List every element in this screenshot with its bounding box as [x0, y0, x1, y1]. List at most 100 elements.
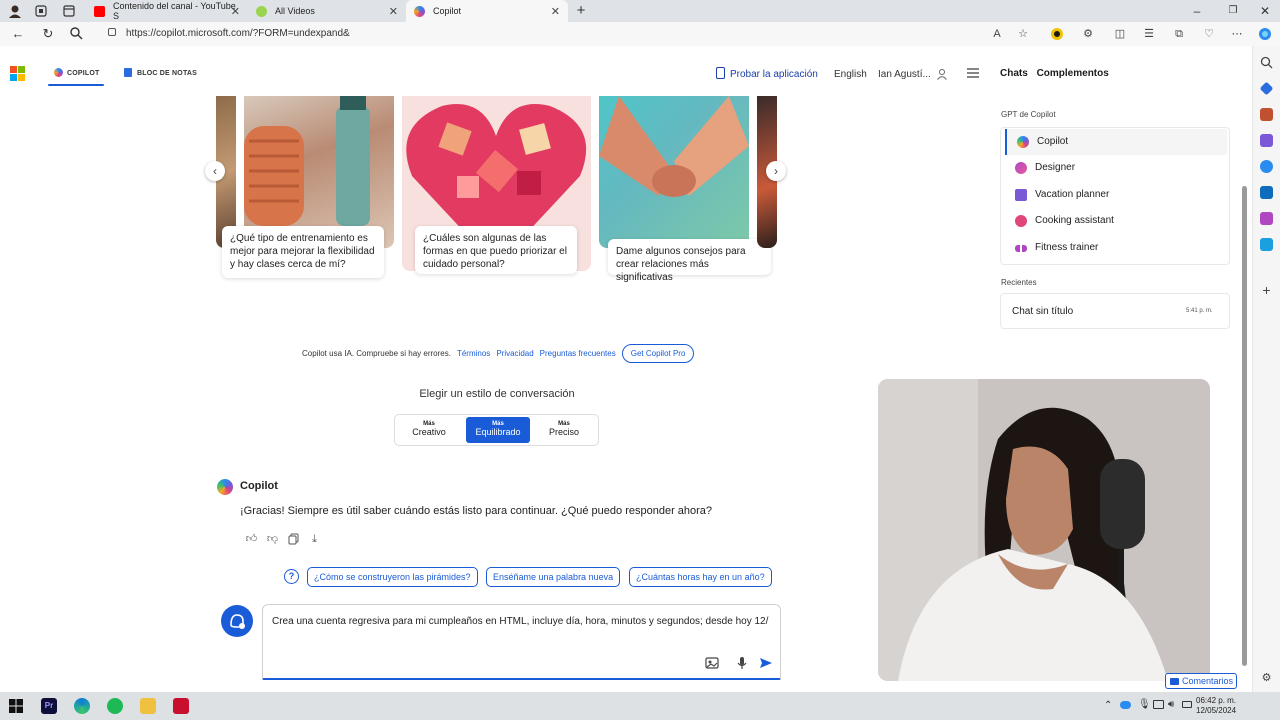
battery-icon[interactable]: [1182, 701, 1192, 708]
carousel-card-2-text[interactable]: ¿Cuáles son algunas de las formas en que…: [415, 226, 577, 274]
tab-chats[interactable]: Chats: [1000, 68, 1028, 79]
download-icon[interactable]: ⤓: [308, 533, 321, 546]
page-scrollbar[interactable]: [1241, 96, 1248, 676]
tab-actions-icon[interactable]: [62, 4, 76, 18]
feedback-button[interactable]: Comentarios: [1165, 673, 1237, 689]
try-app-link[interactable]: Probar la aplicación: [716, 67, 818, 80]
language-selector[interactable]: English: [834, 69, 867, 80]
tools-icon[interactable]: [1260, 108, 1273, 121]
shopping-tag-icon[interactable]: [1259, 81, 1274, 96]
send-icon[interactable]: [1260, 238, 1273, 251]
read-aloud-icon[interactable]: A: [990, 27, 1004, 41]
more-menu-icon[interactable]: ⋯: [1230, 27, 1244, 41]
outlook-icon[interactable]: [1260, 186, 1273, 199]
premiere-icon[interactable]: Pr: [41, 698, 57, 714]
faq-link[interactable]: Preguntas frecuentes: [540, 349, 616, 358]
search-icon[interactable]: [1260, 56, 1273, 69]
suggestion-chip[interactable]: ¿Cuántas horas hay en un año?: [629, 567, 772, 587]
terms-link[interactable]: Términos: [457, 349, 490, 358]
settings-icon[interactable]: ⚙: [1260, 672, 1273, 685]
chat-input-text[interactable]: Crea una cuenta regresiva para mi cumple…: [272, 614, 772, 630]
user-avatar-icon[interactable]: [936, 68, 948, 80]
question-help-icon[interactable]: ?: [284, 569, 299, 584]
onedrive-icon[interactable]: [1120, 701, 1131, 709]
hamburger-menu-icon[interactable]: [966, 66, 980, 80]
carousel-prev-button[interactable]: ‹: [205, 161, 225, 181]
file-explorer-icon[interactable]: [140, 698, 156, 714]
microphone-icon[interactable]: [735, 656, 749, 670]
back-icon[interactable]: ←: [10, 26, 26, 42]
tab-label: COPILOT: [67, 70, 100, 77]
url-field[interactable]: https://copilot.microsoft.com/?FORM=unde…: [108, 25, 974, 43]
thumbs-up-icon[interactable]: 👍︎: [245, 533, 258, 546]
privacy-link[interactable]: Privacidad: [496, 349, 533, 358]
app-icon[interactable]: [173, 698, 189, 714]
browser-tab-copilot[interactable]: Copilot ✕: [406, 0, 568, 22]
browser-tab-all-videos[interactable]: All Videos ✕: [248, 0, 406, 22]
carousel-card-image[interactable]: [599, 96, 749, 248]
microsoft-logo-icon[interactable]: [10, 66, 26, 82]
recent-chat-item[interactable]: Chat sin título 5:41 p. m.: [1000, 293, 1230, 329]
browser-tab-youtube[interactable]: Contenido del canal - YouTube S ✕: [86, 0, 248, 22]
tray-chevron-icon[interactable]: ⌃: [1104, 700, 1112, 711]
extension-icon[interactable]: [1050, 27, 1064, 41]
favorite-star-icon[interactable]: ☆: [1016, 27, 1030, 41]
spotify-icon[interactable]: [107, 698, 123, 714]
designer-icon[interactable]: [1260, 212, 1273, 225]
tab-plugins[interactable]: Complementos: [1037, 68, 1109, 79]
search-icon[interactable]: [68, 26, 84, 42]
close-tab-icon[interactable]: ✕: [551, 5, 560, 18]
suggestion-chip[interactable]: ¿Cómo se construyeron las pirámides?: [307, 567, 478, 587]
gpt-item-vacation-planner[interactable]: Vacation planner: [1005, 182, 1227, 208]
close-tab-icon[interactable]: ✕: [231, 5, 240, 18]
volume-icon[interactable]: 🔊︎: [1168, 699, 1174, 710]
scrollbar-thumb[interactable]: [1242, 186, 1247, 666]
thumbs-down-icon[interactable]: 👎︎: [266, 533, 279, 546]
get-copilot-pro-button[interactable]: Get Copilot Pro: [621, 344, 695, 363]
collections-icon[interactable]: ⧉: [1172, 27, 1186, 41]
gpt-heading: GPT de Copilot: [1001, 110, 1056, 119]
style-balanced-button[interactable]: Más Equilibrado: [466, 417, 530, 443]
maximize-icon[interactable]: ❐: [1226, 4, 1240, 18]
add-icon[interactable]: +: [1260, 283, 1273, 297]
gpt-item-copilot[interactable]: Copilot: [1005, 129, 1227, 155]
profile-icon[interactable]: [8, 4, 22, 18]
workspaces-icon[interactable]: [34, 4, 48, 18]
tab-notebook[interactable]: BLOC DE NOTAS: [124, 68, 197, 77]
taskbar-clock[interactable]: 06:42 p. m. 12/05/2024: [1196, 696, 1236, 716]
edge-browser-icon[interactable]: [74, 698, 90, 714]
minimize-icon[interactable]: –: [1190, 4, 1204, 18]
close-tab-icon[interactable]: ✕: [389, 5, 398, 18]
games-icon[interactable]: [1260, 134, 1273, 147]
new-topic-button[interactable]: [221, 605, 253, 637]
microsoft-365-icon[interactable]: [1260, 160, 1273, 173]
carousel-card-1-text[interactable]: ¿Qué tipo de entrenamiento es mejor para…: [222, 226, 384, 278]
new-tab-icon[interactable]: +: [574, 3, 588, 18]
split-screen-icon[interactable]: ◫: [1113, 27, 1127, 41]
user-name[interactable]: Ian Agustí...: [878, 69, 931, 80]
microphone-tray-icon[interactable]: 🎙︎: [1138, 699, 1151, 710]
extensions-puzzle-icon[interactable]: ⚙: [1081, 27, 1095, 41]
close-window-icon[interactable]: ✕: [1258, 4, 1272, 18]
favorites-icon[interactable]: ☰: [1142, 27, 1156, 41]
copilot-sidebar-icon[interactable]: [1258, 27, 1272, 41]
carousel-card-3-text[interactable]: Dame algunos consejos para crear relacio…: [608, 239, 771, 283]
style-precise-button[interactable]: Más Preciso: [532, 417, 596, 443]
network-icon[interactable]: [1153, 700, 1164, 709]
image-search-icon[interactable]: [705, 656, 719, 670]
copy-icon[interactable]: [287, 533, 300, 546]
gpt-item-fitness-trainer[interactable]: Fitness trainer: [1005, 235, 1227, 261]
performance-icon[interactable]: ♡: [1202, 27, 1216, 41]
style-creative-button[interactable]: Más Creativo: [397, 417, 461, 443]
send-icon[interactable]: [759, 656, 773, 670]
gpt-item-designer[interactable]: Designer: [1005, 155, 1227, 181]
tab-copilot[interactable]: COPILOT: [54, 68, 100, 77]
chat-input-box[interactable]: Crea una cuenta regresiva para mi cumple…: [262, 604, 781, 680]
carousel-next-button[interactable]: ›: [766, 161, 786, 181]
refresh-icon[interactable]: ↻: [40, 26, 56, 42]
windows-start-icon[interactable]: [8, 698, 24, 714]
suggestion-chip[interactable]: Enséñame una palabra nueva: [486, 567, 621, 587]
gpt-item-cooking-assistant[interactable]: Cooking assistant: [1005, 208, 1227, 234]
tab-title: Copilot: [433, 6, 462, 16]
message-text: ¡Gracias! Siempre es útil saber cuándo e…: [240, 505, 713, 517]
